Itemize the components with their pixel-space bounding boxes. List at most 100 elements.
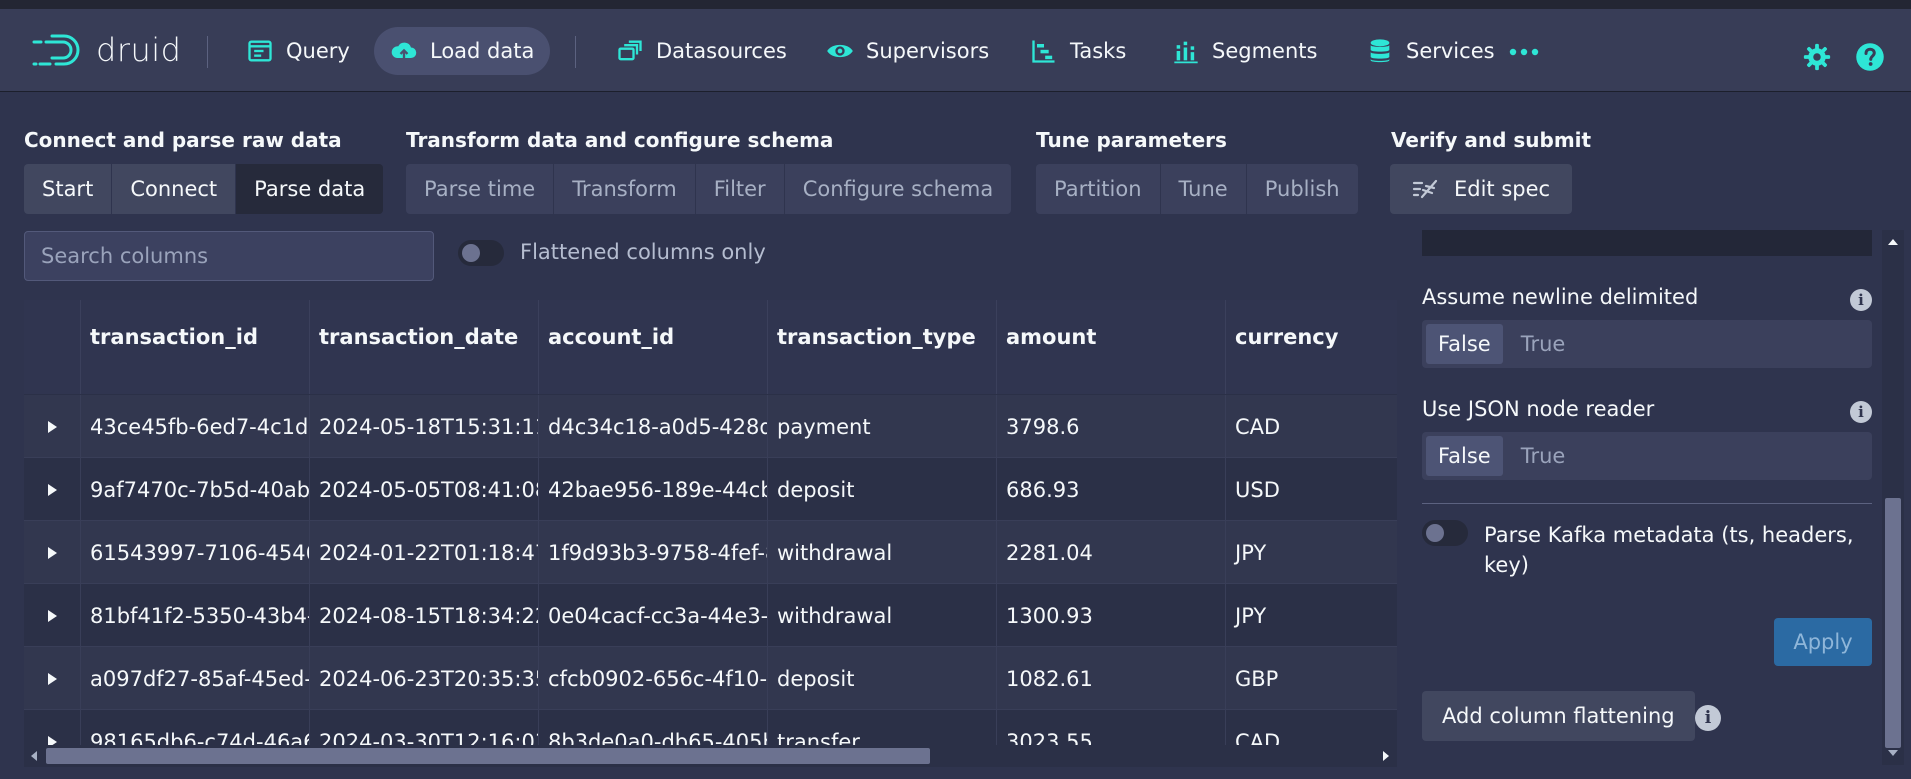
add-column-flattening-button[interactable]: Add column flattening [1422, 691, 1695, 741]
json-node-true-option[interactable]: True [1509, 436, 1578, 476]
scroll-down-icon[interactable] [1888, 749, 1898, 757]
table-cell: 1300.93 [997, 584, 1226, 647]
newline-field-label: Assume newline delimited [1422, 285, 1699, 309]
search-columns-input[interactable]: Search columns [24, 231, 434, 281]
table-cell: JPY [1235, 603, 1267, 628]
table-header: transaction_id transaction_date account_… [24, 300, 1397, 394]
column-header[interactable]: account_id [539, 300, 768, 394]
table-cell: withdrawal [768, 584, 997, 647]
step-group-transform: Parse time Transform Filter Configure sc… [406, 164, 1012, 214]
table-cell: JPY [1235, 540, 1267, 565]
json-node-false-option[interactable]: False [1426, 436, 1503, 476]
newline-true-option[interactable]: True [1509, 324, 1578, 364]
table-cell: deposit [768, 647, 997, 710]
table-cell: 42bae956-189e-44cb-a [539, 458, 768, 521]
nav-load-data[interactable]: Load data [374, 27, 551, 75]
flattened-columns-toggle[interactable] [458, 240, 504, 266]
expand-row-icon[interactable] [24, 395, 81, 458]
manually-entered-data-icon [1412, 179, 1438, 199]
nav-segments[interactable]: Segments [1156, 27, 1333, 75]
nav-tasks[interactable]: Tasks [1014, 27, 1142, 75]
table-horizontal-scrollbar[interactable] [24, 745, 1397, 767]
table-cell: withdrawal [768, 521, 997, 584]
column-header[interactable]: currency [1226, 300, 1397, 394]
table-row[interactable]: 98165db6-c74d-46a6- 2024-03-30T12:16:03.… [24, 710, 1397, 745]
step-transform[interactable]: Transform [554, 164, 696, 214]
help-icon[interactable] [1855, 42, 1885, 72]
eye-open-icon [827, 44, 853, 58]
panel-divider [1422, 503, 1872, 504]
step-partition[interactable]: Partition [1036, 164, 1161, 214]
info-icon[interactable]: i [1850, 289, 1872, 311]
table-cell: 8b3de0a0-db65-405b- [539, 710, 768, 745]
scrollbar-thumb[interactable] [46, 748, 930, 764]
database-icon [1370, 39, 1390, 63]
nav-datasources-label: Datasources [656, 39, 787, 63]
step-group-title: Tune parameters [1036, 128, 1227, 152]
nav-supervisors[interactable]: Supervisors [810, 27, 1005, 75]
expand-row-icon[interactable] [24, 521, 81, 584]
step-connect[interactable]: Connect [112, 164, 237, 214]
column-header[interactable]: transaction_id [81, 300, 310, 394]
table-row[interactable]: 43ce45fb-6ed7-4c1d-a 2024-05-18T15:31:11… [24, 395, 1397, 458]
kafka-metadata-toggle[interactable] [1422, 520, 1468, 546]
nav-services[interactable]: Services [1350, 27, 1511, 75]
scrollbar-thumb[interactable] [1885, 498, 1901, 748]
table-cell: 1082.61 [997, 647, 1226, 710]
step-edit-spec[interactable]: Edit spec [1390, 164, 1573, 214]
druid-logo[interactable]: druid [32, 31, 181, 69]
json-node-segmented-control: False True [1422, 432, 1872, 480]
application-icon [248, 40, 272, 62]
step-group-title: Verify and submit [1391, 128, 1592, 152]
flattened-columns-label: Flattened columns only [520, 240, 766, 264]
expand-row-icon[interactable] [24, 458, 81, 521]
window-top-strip [0, 0, 1911, 9]
panel-top-bar [1422, 230, 1872, 256]
expand-row-icon[interactable] [24, 584, 81, 647]
column-header[interactable]: transaction_date [310, 300, 539, 394]
more-icon[interactable] [1509, 48, 1539, 56]
nav-datasources[interactable]: Datasources [600, 27, 803, 75]
column-header[interactable]: amount [997, 300, 1226, 394]
nav-tasks-label: Tasks [1070, 39, 1127, 63]
table-row[interactable]: 61543997-7106-4546-b 2024-01-22T01:18:47… [24, 521, 1397, 584]
info-icon[interactable]: i [1850, 401, 1872, 423]
table-row[interactable]: 9af7470c-7b5d-40ab-b 2024-05-05T08:41:08… [24, 458, 1397, 521]
scroll-right-icon[interactable] [1382, 751, 1390, 761]
step-tune[interactable]: Tune [1160, 164, 1247, 214]
table-cell: 2024-08-15T18:34:22.1 [310, 584, 539, 647]
step-parse-time[interactable]: Parse time [406, 164, 555, 214]
info-icon[interactable]: i [1695, 705, 1721, 731]
scroll-left-icon[interactable] [30, 751, 38, 761]
step-group-title: Transform data and configure schema [406, 128, 834, 152]
nav-divider [207, 36, 208, 68]
table-cell: 43ce45fb-6ed7-4c1d-a [81, 395, 310, 458]
druid-logo-icon [32, 34, 80, 66]
step-filter[interactable]: Filter [695, 164, 785, 214]
apply-button[interactable]: Apply [1774, 618, 1872, 666]
table-cell: GBP [1235, 666, 1279, 691]
scroll-up-icon[interactable] [1888, 238, 1898, 246]
newline-false-option[interactable]: False [1426, 324, 1503, 364]
column-header[interactable]: transaction_type [768, 300, 997, 394]
panel-vertical-scrollbar[interactable] [1882, 230, 1904, 765]
step-parse-data[interactable]: Parse data [236, 164, 384, 214]
expand-row-icon[interactable] [24, 647, 81, 710]
table-cell: CAD [1235, 729, 1281, 746]
preview-table: transaction_id transaction_date account_… [24, 300, 1397, 745]
table-cell: 61543997-7106-4546-b [81, 521, 310, 584]
expand-row-icon[interactable] [24, 710, 81, 745]
step-start[interactable]: Start [24, 164, 113, 214]
cloud-upload-icon [391, 42, 417, 61]
step-publish[interactable]: Publish [1246, 164, 1358, 214]
table-cell: 9af7470c-7b5d-40ab-b [81, 458, 310, 521]
step-group-tune: Partition Tune Publish [1036, 164, 1358, 214]
cog-icon[interactable] [1802, 42, 1832, 72]
table-row[interactable]: a097df27-85af-45ed-9 2024-06-23T20:35:35… [24, 647, 1397, 710]
nav-query[interactable]: Query [230, 27, 366, 75]
table-row[interactable]: 81bf41f2-5350-43b4-a 2024-08-15T18:34:22… [24, 584, 1397, 647]
table-cell: 2024-03-30T12:16:03.1 [310, 710, 539, 745]
table-cell: payment [768, 395, 997, 458]
table-cell: 81bf41f2-5350-43b4-a [81, 584, 310, 647]
step-configure-schema[interactable]: Configure schema [784, 164, 1012, 214]
